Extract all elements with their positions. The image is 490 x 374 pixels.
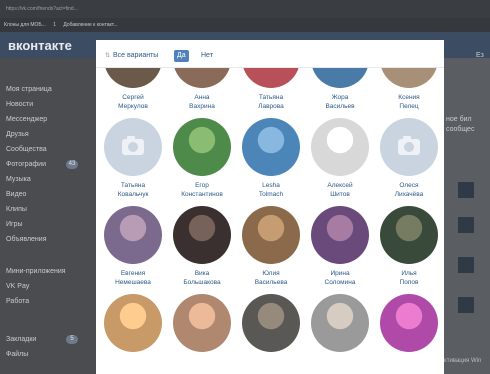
user-first-name[interactable]: Ксения <box>369 93 444 102</box>
tab-yes-label: Да <box>177 52 186 59</box>
right-panel-text: ное бил <box>446 116 472 123</box>
user-avatar[interactable] <box>173 206 231 264</box>
sidebar-item-bookmarks[interactable]: Закладки <box>6 336 36 343</box>
right-thumbnail <box>458 217 474 233</box>
tab-no[interactable]: Нет <box>198 50 216 62</box>
right-thumbnail <box>458 257 474 273</box>
people-grid: Сергей Меркулов Анна Вахрина Татьяна Лаврова Ж… <box>96 40 444 374</box>
user-last-name[interactable]: Вахрина <box>162 102 242 111</box>
right-panel-text: сообщес <box>446 126 475 133</box>
user-last-name[interactable]: Константинов <box>162 190 242 199</box>
user-last-name[interactable]: Пелец <box>369 102 444 111</box>
user-avatar[interactable] <box>311 118 369 176</box>
user-first-name[interactable]: Егор <box>162 181 242 190</box>
sidebar-item-news[interactable]: Новости <box>6 101 33 108</box>
right-thumbnail <box>458 182 474 198</box>
user-last-name[interactable]: Попов <box>369 278 444 287</box>
user-avatar[interactable] <box>242 118 300 176</box>
address-bar[interactable]: https://vk.com/friends?act=find... <box>0 0 490 18</box>
user-avatar[interactable] <box>380 294 438 352</box>
sidebar-item-video[interactable]: Видео <box>6 191 26 198</box>
user-avatar[interactable] <box>242 206 300 264</box>
tab-all-label: Все варианты <box>113 52 159 59</box>
user-last-name[interactable]: Васильев <box>300 102 380 111</box>
user-first-name[interactable]: Юлия <box>231 269 311 278</box>
user-first-name[interactable]: Олеся <box>369 181 444 190</box>
right-thumbnail <box>458 297 474 313</box>
left-sidebar: Моя страница Новости Мессенджер Друзья С… <box>0 58 96 374</box>
sidebar-item-communities[interactable]: Сообщества <box>6 146 47 153</box>
right-header-text: Ез <box>476 52 484 59</box>
sidebar-item-clips[interactable]: Клипы <box>6 206 27 213</box>
sidebar-item-friends[interactable]: Друзья <box>6 131 29 138</box>
tab-no-label: Нет <box>201 52 213 59</box>
sidebar-item-games[interactable]: Игры <box>6 221 23 228</box>
sidebar-item-vk-pay[interactable]: VK Pay <box>6 283 29 290</box>
sidebar-item-music[interactable]: Музыка <box>6 176 31 183</box>
sidebar-item-messenger[interactable]: Мессенджер <box>6 116 47 123</box>
user-first-name[interactable]: Алексей <box>300 181 380 190</box>
user-last-name[interactable]: Соломина <box>300 278 380 287</box>
tab-yes[interactable]: Да <box>174 50 189 62</box>
user-avatar[interactable] <box>104 206 162 264</box>
no-photo-avatar[interactable] <box>104 118 162 176</box>
user-first-name[interactable]: Ирина <box>300 269 380 278</box>
user-avatar[interactable] <box>173 118 231 176</box>
user-avatar[interactable] <box>311 206 369 264</box>
user-avatar[interactable] <box>104 294 162 352</box>
sidebar-item-files[interactable]: Файлы <box>6 351 28 358</box>
user-last-name[interactable]: Шитов <box>300 190 380 199</box>
no-photo-avatar[interactable] <box>380 118 438 176</box>
user-avatar[interactable] <box>242 294 300 352</box>
user-avatar[interactable] <box>380 206 438 264</box>
camera-icon <box>398 136 420 155</box>
user-first-name[interactable]: Вика <box>162 269 242 278</box>
user-first-name[interactable]: Татьяна <box>231 93 311 102</box>
user-last-name[interactable]: Васильева <box>231 278 311 287</box>
windows-activation-watermark: Активация Win <box>440 358 482 364</box>
url-text: https://vk.com/friends?act=find... <box>6 6 78 12</box>
sidebar-item-work[interactable]: Работа <box>6 298 29 305</box>
user-last-name[interactable]: Лихачёва <box>369 190 444 199</box>
photos-count-badge: 43 <box>66 160 78 169</box>
filter-icon: ⇅ <box>105 53 111 59</box>
user-last-name[interactable]: Tolmach <box>231 190 311 199</box>
bookmarks-bar: Клоны для МОБ... 1 Добавление к контакт.… <box>0 18 490 32</box>
camera-icon <box>122 136 144 155</box>
user-last-name[interactable]: Лаврова <box>231 102 311 111</box>
sidebar-item-ads[interactable]: Объявления <box>6 236 47 243</box>
bookmark-item[interactable]: Клоны для МОБ... <box>4 22 46 28</box>
bookmark-item[interactable]: Добавление к контакт... <box>63 22 117 28</box>
tab-all-options[interactable]: ⇅ Все варианты <box>102 50 161 62</box>
right-column <box>444 58 490 374</box>
bookmark-item[interactable]: 1 <box>53 22 56 28</box>
user-first-name[interactable]: Анна <box>162 93 242 102</box>
user-first-name[interactable]: Илья <box>369 269 444 278</box>
user-first-name[interactable]: Lesha <box>231 181 311 190</box>
user-last-name[interactable]: Большакова <box>162 278 242 287</box>
user-first-name[interactable]: Жора <box>300 93 380 102</box>
site-logo[interactable]: вконтакте <box>8 38 72 53</box>
user-avatar[interactable] <box>311 294 369 352</box>
user-avatar[interactable] <box>173 294 231 352</box>
sidebar-item-my-page[interactable]: Моя страница <box>6 86 52 93</box>
sidebar-item-photos[interactable]: Фотографии <box>6 161 46 168</box>
filter-tabs-bar: ⇅ Все варианты Да Нет <box>96 40 444 68</box>
bookmarks-count-badge: 5 <box>66 335 78 344</box>
sidebar-item-mini-apps[interactable]: Мини-приложения <box>6 268 66 275</box>
friends-filter-modal: Сергей Меркулов Анна Вахрина Татьяна Лаврова Ж… <box>96 40 444 374</box>
